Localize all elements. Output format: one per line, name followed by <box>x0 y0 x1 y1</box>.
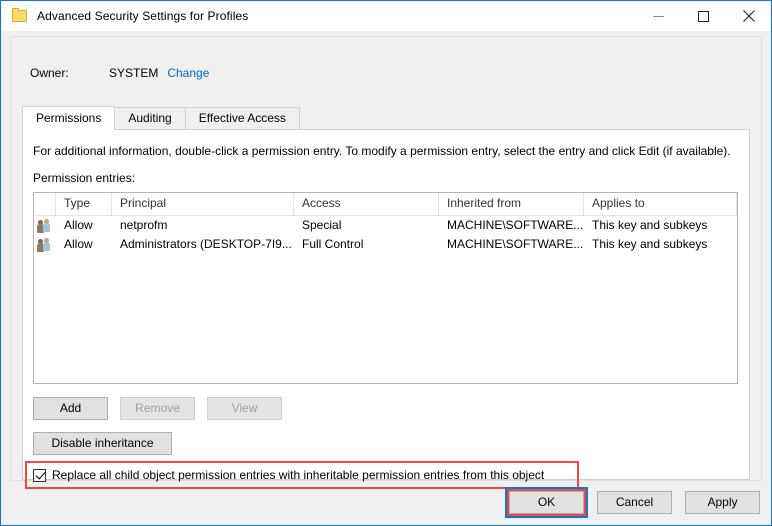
header-icon-spacer <box>34 193 56 215</box>
row-inherited-from: MACHINE\SOFTWARE... <box>447 218 584 232</box>
ok-button-wrapper: OK <box>505 487 588 518</box>
permission-entries-list[interactable]: Type Principal Access Inherited from App… <box>33 192 738 384</box>
cancel-button[interactable]: Cancel <box>597 491 672 514</box>
window-controls <box>636 1 771 31</box>
users-group-icon <box>34 237 56 252</box>
table-row[interactable]: Allow Administrators (DESKTOP-7I9... Ful… <box>34 235 737 254</box>
column-header-type[interactable]: Type <box>56 193 112 215</box>
owner-value: SYSTEM <box>109 66 159 80</box>
tab-effective-access[interactable]: Effective Access <box>184 107 300 129</box>
row-applies-to: This key and subkeys <box>592 218 708 232</box>
replace-child-permissions-checkbox[interactable]: Replace all child object permission entr… <box>33 468 544 482</box>
view-button: View <box>207 397 282 420</box>
dialog-footer: OK Cancel Apply <box>505 487 760 518</box>
users-group-icon <box>34 218 56 233</box>
window-title: Advanced Security Settings for Profiles <box>37 9 249 23</box>
table-row[interactable]: Allow netprofm Special MACHINE\SOFTWARE.… <box>34 216 737 235</box>
row-access: Special <box>302 218 342 232</box>
list-header-row: Type Principal Access Inherited from App… <box>34 193 737 216</box>
column-header-principal[interactable]: Principal <box>112 193 294 215</box>
row-inherited-from: MACHINE\SOFTWARE... <box>447 237 584 251</box>
add-button[interactable]: Add <box>33 397 108 420</box>
row-principal: Administrators (DESKTOP-7I9... <box>120 237 292 251</box>
tab-strip: Permissions Auditing Effective Access <box>22 106 750 130</box>
checkbox-label: Replace all child object permission entr… <box>52 468 545 482</box>
row-applies-to: This key and subkeys <box>592 237 708 251</box>
row-type: Allow <box>64 237 93 251</box>
tab-auditing[interactable]: Auditing <box>114 107 186 129</box>
dialog-body: Owner: SYSTEM Change Permissions Auditin… <box>1 31 771 525</box>
column-header-inherited-from[interactable]: Inherited from <box>439 193 584 215</box>
column-header-applies-to[interactable]: Applies to <box>584 193 737 215</box>
apply-button[interactable]: Apply <box>685 491 760 514</box>
minimize-button[interactable] <box>636 1 681 31</box>
title-bar: Advanced Security Settings for Profiles <box>1 1 771 32</box>
disable-inheritance-button[interactable]: Disable inheritance <box>33 432 172 455</box>
advanced-security-settings-window: Advanced Security Settings for Profiles … <box>0 0 772 526</box>
tab-permissions[interactable]: Permissions <box>22 106 116 130</box>
row-type: Allow <box>64 218 93 232</box>
entry-action-buttons: Add Remove View <box>33 397 294 420</box>
owner-label: Owner: <box>30 66 69 80</box>
close-button[interactable] <box>726 1 771 31</box>
owner-row: Owner: SYSTEM Change <box>30 66 209 80</box>
permission-entries-label: Permission entries: <box>33 171 136 185</box>
maximize-button[interactable] <box>681 1 726 31</box>
row-principal: netprofm <box>120 218 168 232</box>
instruction-text: For additional information, double-click… <box>33 144 731 158</box>
dialog-inner-panel: Owner: SYSTEM Change Permissions Auditin… <box>10 36 762 489</box>
owner-change-link[interactable]: Change <box>167 66 209 80</box>
checkbox-indicator[interactable] <box>33 468 46 482</box>
folder-icon <box>12 8 28 24</box>
row-access: Full Control <box>302 237 364 251</box>
ok-button[interactable]: OK <box>509 491 584 514</box>
permissions-tab-page: For additional information, double-click… <box>22 130 750 489</box>
column-header-access[interactable]: Access <box>294 193 439 215</box>
remove-button: Remove <box>120 397 195 420</box>
